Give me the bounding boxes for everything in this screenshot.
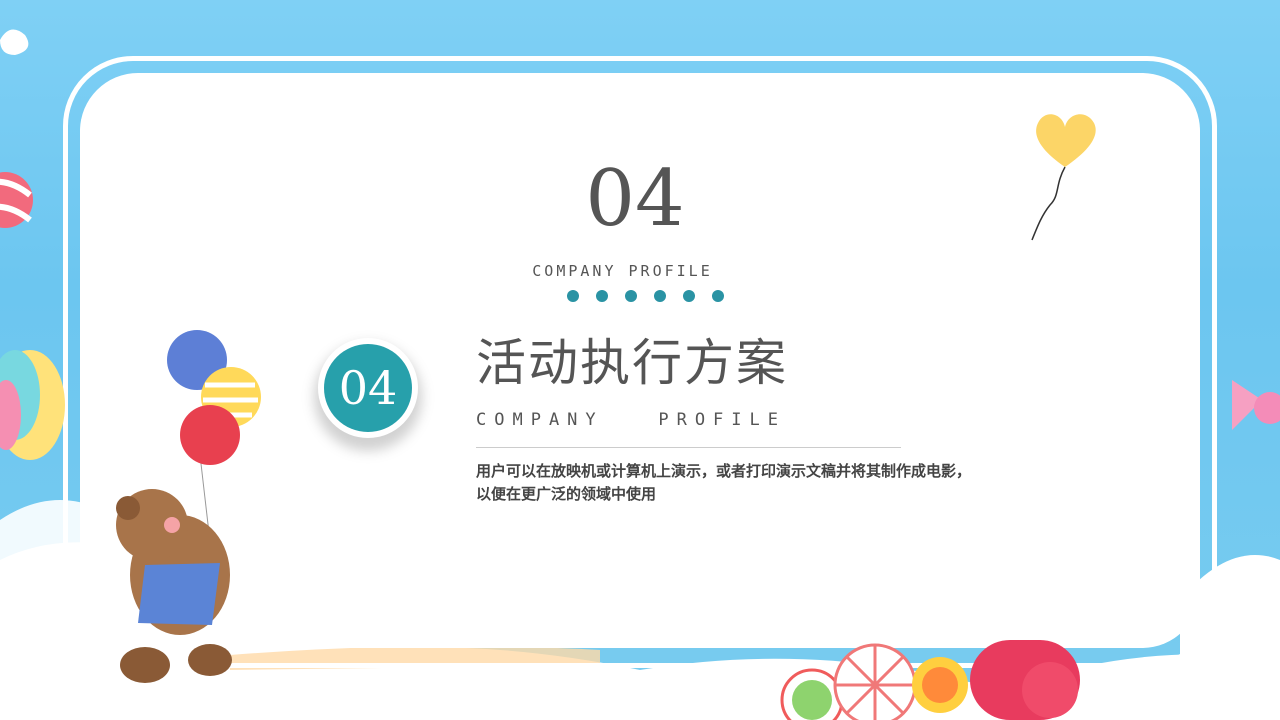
heart-balloon-icon <box>1031 114 1096 241</box>
bear-with-balloons-illustration <box>116 330 261 683</box>
candy-decoration-left <box>0 172 65 460</box>
company-profile-subtitle: COMPANY PROFILE <box>476 410 786 430</box>
description-line-2: 以便在更广泛的领域中使用 <box>476 485 657 503</box>
divider-line <box>476 447 901 448</box>
section-title: 活动执行方案 <box>476 334 788 392</box>
dot <box>712 290 724 302</box>
dot <box>596 290 608 302</box>
company-profile-subtitle-top: COMPANY PROFILE <box>532 262 713 280</box>
badge-number: 04 <box>324 344 412 432</box>
wrapped-candy-right <box>1232 380 1280 430</box>
description-line-1: 用户可以在放映机或计算机上演示，或者打印演示文稿并将其制作成电影， <box>476 462 972 480</box>
section-number: 04 <box>585 154 685 244</box>
lollipops-decoration <box>780 640 1080 720</box>
section-badge: 04 <box>318 338 418 438</box>
dot <box>654 290 666 302</box>
dot <box>625 290 637 302</box>
dot <box>683 290 695 302</box>
dot-separator <box>567 290 724 302</box>
section-description: 用户可以在放映机或计算机上演示，或者打印演示文稿并将其制作成电影， 以便在更广泛… <box>476 460 1076 506</box>
dot <box>567 290 579 302</box>
